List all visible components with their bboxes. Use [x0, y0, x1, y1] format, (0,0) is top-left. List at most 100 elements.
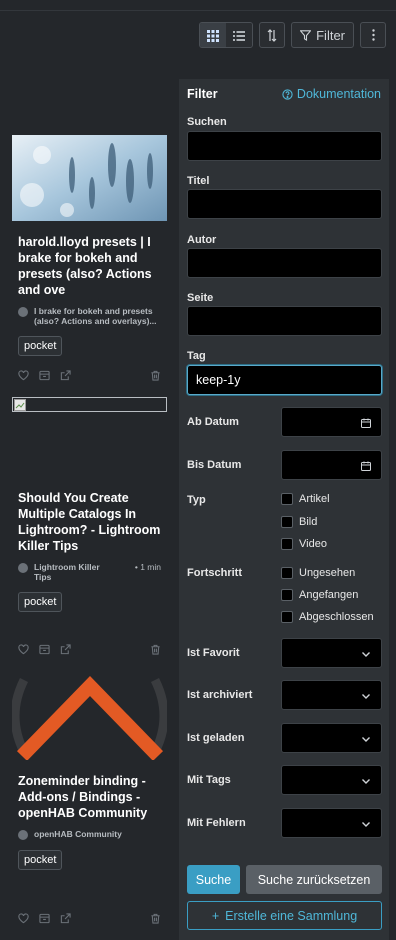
documentation-link[interactable]: Dokumentation — [282, 87, 381, 101]
with-errors-label: Mit Fehlern — [187, 817, 246, 829]
archive-icon[interactable] — [39, 913, 50, 924]
archive-icon[interactable] — [39, 644, 50, 655]
archive-icon[interactable] — [39, 370, 50, 381]
card-actions — [12, 913, 167, 924]
tag-chip[interactable]: pocket — [18, 592, 63, 612]
chevron-down-icon — [362, 822, 370, 827]
trash-icon[interactable] — [150, 370, 161, 381]
favorite-label: Ist Favorit — [187, 647, 240, 659]
progress-option-completed[interactable]: Abgeschlossen — [281, 611, 374, 623]
filter-button[interactable]: Filter — [291, 22, 354, 48]
heart-icon[interactable] — [18, 913, 29, 924]
checkbox[interactable] — [281, 567, 293, 579]
progress-option-unseen[interactable]: Ungesehen — [281, 567, 355, 579]
external-link-icon[interactable] — [60, 913, 71, 924]
checkbox[interactable] — [281, 589, 293, 601]
filter-icon — [300, 29, 312, 41]
to-date-input[interactable] — [281, 450, 382, 480]
loaded-label: Ist geladen — [187, 732, 245, 744]
calendar-icon[interactable] — [361, 461, 371, 471]
site-input[interactable] — [187, 306, 382, 336]
source-favicon — [18, 307, 28, 317]
site-label: Seite — [187, 292, 214, 304]
author-label: Autor — [187, 234, 217, 246]
card-title[interactable]: Should You Create Multiple Catalogs In L… — [12, 490, 167, 554]
card-title[interactable]: harold.lloyd presets | I brake for bokeh… — [12, 234, 167, 298]
archived-label: Ist archiviert — [187, 689, 253, 701]
bookmark-card[interactable]: Zoneminder binding - Add-ons / Bindings … — [10, 672, 169, 924]
tag-chip[interactable]: pocket — [18, 850, 63, 870]
heart-icon[interactable] — [18, 644, 29, 655]
sort-icon — [267, 28, 277, 42]
filter-panel-title: Filter — [187, 87, 218, 101]
search-input[interactable] — [187, 131, 382, 161]
toolbar: Filter — [199, 22, 386, 48]
trash-icon[interactable] — [150, 913, 161, 924]
progress-label: Fortschritt — [187, 567, 242, 579]
card-source: I brake for bokeh and presets (also? Act… — [12, 306, 167, 326]
external-link-icon[interactable] — [60, 644, 71, 655]
search-label: Suchen — [187, 116, 227, 128]
tag-input[interactable]: keep-1y — [187, 365, 382, 395]
documentation-link-label: Dokumentation — [296, 87, 381, 101]
bookmark-card[interactable]: Should You Create Multiple Catalogs In L… — [12, 397, 167, 655]
chevron-down-icon — [362, 694, 370, 699]
loaded-select[interactable] — [281, 723, 382, 753]
trash-icon[interactable] — [150, 644, 161, 655]
chevron-down-icon — [362, 779, 370, 784]
tag-chip[interactable]: pocket — [18, 336, 63, 356]
card-source-text: openHAB Community — [34, 829, 122, 839]
title-label: Titel — [187, 175, 210, 187]
search-button[interactable]: Suche — [187, 865, 240, 894]
create-collection-button[interactable]: + Erstelle eine Sammlung — [187, 901, 382, 930]
card-source: Lightroom Killer Tips • 1 min — [12, 562, 167, 582]
type-option-label: Bild — [299, 516, 318, 528]
with-tags-label: Mit Tags — [187, 774, 231, 786]
progress-option-label: Angefangen — [299, 589, 359, 601]
card-thumbnail-image — [12, 135, 167, 221]
source-favicon — [18, 563, 28, 573]
archived-select[interactable] — [281, 680, 382, 710]
checkbox[interactable] — [281, 538, 293, 550]
filter-button-label: Filter — [316, 27, 345, 43]
external-link-icon[interactable] — [60, 370, 71, 381]
progress-option-label: Abgeschlossen — [299, 611, 374, 623]
view-mode-toggle — [199, 22, 254, 48]
plus-icon: + — [211, 908, 220, 923]
more-vertical-icon — [371, 29, 375, 41]
author-input[interactable] — [187, 248, 382, 278]
with-errors-select[interactable] — [281, 808, 382, 838]
type-option-image[interactable]: Bild — [281, 516, 317, 528]
sort-button[interactable] — [259, 22, 286, 48]
type-option-video[interactable]: Video — [281, 538, 327, 550]
more-options-button[interactable] — [360, 22, 386, 48]
help-circle-icon — [282, 88, 293, 100]
type-option-article[interactable]: Artikel — [281, 493, 330, 505]
card-source-text: I brake for bokeh and presets (also? Act… — [34, 306, 157, 326]
type-option-label: Video — [299, 538, 327, 550]
list-view-button[interactable] — [226, 23, 253, 47]
chevron-down-icon — [362, 652, 370, 657]
create-collection-label: Erstelle eine Sammlung — [225, 908, 358, 923]
filter-panel: Filter Dokumentation Suchen Titel Autor … — [179, 79, 389, 940]
grid-view-button[interactable] — [200, 23, 227, 47]
card-source: openHAB Community — [12, 829, 167, 840]
calendar-icon[interactable] — [361, 418, 371, 428]
favorite-select[interactable] — [281, 638, 382, 668]
from-date-input[interactable] — [281, 407, 382, 437]
checkbox[interactable] — [281, 611, 293, 623]
progress-option-started[interactable]: Angefangen — [281, 589, 358, 601]
checkbox[interactable] — [281, 493, 293, 505]
heart-icon[interactable] — [18, 370, 29, 381]
reset-search-button[interactable]: Suche zurücksetzen — [246, 865, 382, 894]
with-tags-select[interactable] — [281, 765, 382, 795]
bookmark-card[interactable]: harold.lloyd presets | I brake for bokeh… — [12, 135, 167, 381]
title-input[interactable] — [187, 189, 382, 219]
source-favicon — [18, 830, 28, 840]
card-title[interactable]: Zoneminder binding - Add-ons / Bindings … — [12, 773, 167, 821]
broken-image-icon — [14, 399, 26, 411]
type-label: Typ — [187, 494, 206, 506]
top-divider — [0, 10, 396, 11]
checkbox[interactable] — [281, 516, 293, 528]
broken-image-placeholder — [12, 397, 167, 412]
